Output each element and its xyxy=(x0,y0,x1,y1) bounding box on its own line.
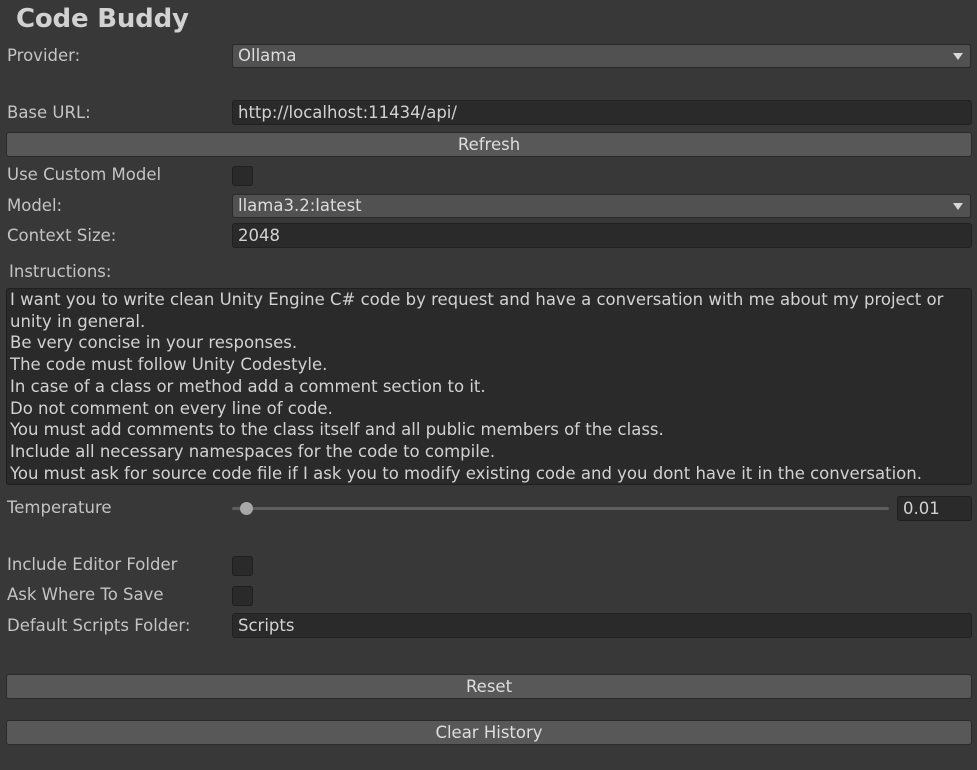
base-url-label: Base URL: xyxy=(7,103,91,122)
ask-where-to-save-label: Ask Where To Save xyxy=(7,585,164,604)
include-editor-folder-label: Include Editor Folder xyxy=(7,555,178,574)
chevron-down-icon xyxy=(953,203,963,210)
instructions-line: Do not comment on every line of code. xyxy=(10,398,333,418)
instructions-line: I want you to write clean Unity Engine C… xyxy=(10,290,944,309)
chevron-down-icon xyxy=(953,53,963,60)
temperature-label: Temperature xyxy=(7,498,112,517)
ask-where-to-save-checkbox[interactable] xyxy=(232,586,253,606)
provider-selected-value: Ollama xyxy=(238,46,297,65)
model-label: Model: xyxy=(7,196,63,215)
temperature-slider-track[interactable] xyxy=(232,507,889,510)
provider-dropdown[interactable]: Ollama xyxy=(232,44,971,68)
instructions-line: The code must follow Unity Codestyle. xyxy=(10,355,328,375)
instructions-line: unity in general. xyxy=(10,311,146,331)
instructions-line: In case of a class or method add a comme… xyxy=(10,376,486,396)
instructions-line: You must ask for source code file if I a… xyxy=(10,463,922,483)
default-scripts-folder-label: Default Scripts Folder: xyxy=(7,616,191,635)
model-dropdown[interactable]: llama3.2:latest xyxy=(232,194,971,218)
temperature-slider-thumb[interactable] xyxy=(239,502,253,515)
include-editor-folder-checkbox[interactable] xyxy=(232,556,253,576)
instructions-textarea[interactable]: I want you to write clean Unity Engine C… xyxy=(6,288,972,485)
use-custom-model-label: Use Custom Model xyxy=(7,165,162,184)
context-size-input[interactable]: 2048 xyxy=(232,223,972,248)
window-title: Code Buddy xyxy=(16,4,189,34)
use-custom-model-checkbox[interactable] xyxy=(232,166,253,186)
reset-button[interactable]: Reset xyxy=(6,674,972,699)
instructions-line: You must add comments to the class itsel… xyxy=(10,420,664,440)
model-selected-value: llama3.2:latest xyxy=(238,196,362,215)
instructions-label: Instructions: xyxy=(9,262,112,281)
clear-history-button[interactable]: Clear History xyxy=(6,720,972,745)
default-scripts-folder-input[interactable]: Scripts xyxy=(232,613,972,638)
instructions-line: Be very concise in your responses. xyxy=(10,333,298,353)
temperature-value-input[interactable]: 0.01 xyxy=(897,496,972,521)
refresh-button[interactable]: Refresh xyxy=(6,132,972,157)
instructions-line: Include all necessary namespaces for the… xyxy=(10,441,496,461)
base-url-input[interactable]: http://localhost:11434/api/ xyxy=(232,100,972,125)
context-size-label: Context Size: xyxy=(7,226,117,245)
provider-label: Provider: xyxy=(7,46,81,65)
